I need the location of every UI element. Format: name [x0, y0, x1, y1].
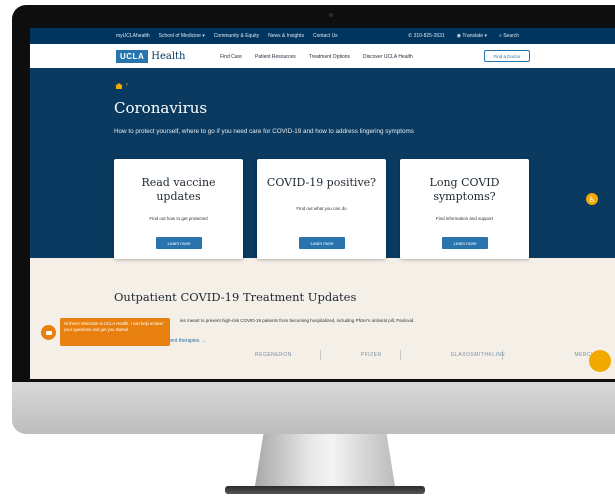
section-title: Outpatient COVID-19 Treatment Updates — [114, 290, 357, 304]
learn-more-button[interactable]: Learn more — [442, 237, 488, 249]
search-label: Search — [503, 33, 520, 39]
outpatient-therapies-link[interactable]: tient therapies → — [168, 338, 206, 344]
nav-patient-resources[interactable]: Patient Resources — [255, 54, 296, 60]
translate-label: Translate ▾ — [462, 33, 487, 39]
util-link-contact-us[interactable]: Contact Us — [313, 33, 338, 39]
ucla-health-logo[interactable]: UCLA Health — [116, 50, 185, 63]
scroll-top-icon[interactable] — [589, 350, 611, 372]
card-covid-positive: COVID-19 positive? Find out what you can… — [257, 159, 386, 259]
partner-logo-strip: REGENERON PFIZER GLAXOSMITHKLINE MERCK — [255, 352, 595, 358]
breadcrumb-chevron-icon: › — [126, 82, 128, 88]
nav-discover-ucla-health[interactable]: Discover UCLA Health — [363, 54, 413, 60]
home-icon[interactable] — [115, 83, 123, 89]
monitor-stand — [255, 434, 395, 486]
phone-number: 310-825-2631 — [413, 33, 445, 39]
util-link-school-of-medicine[interactable]: School of Medicine ▾ — [159, 33, 205, 39]
globe-icon: ◉ — [456, 33, 462, 39]
section-text: ies meant to prevent high-risk COVID-19 … — [180, 318, 415, 323]
translate-button[interactable]: ◉ Translate ▾ — [457, 33, 487, 39]
chat-launcher-icon[interactable] — [41, 325, 56, 340]
utility-bar: myUCLAhealth School of Medicine ▾ Commun… — [30, 28, 615, 44]
partner-logo-gsk: GLAXOSMITHKLINE — [450, 352, 506, 358]
learn-more-button[interactable]: Learn more — [299, 237, 345, 249]
monitor-stand-base — [225, 486, 425, 494]
page-subtitle: How to protect yourself, where to go if … — [114, 128, 414, 135]
chat-welcome-message[interactable]: Hi there! Welcome to UCLA Health. I can … — [60, 318, 170, 346]
partner-logo-regeneron: REGENERON — [255, 352, 292, 358]
logo-box: UCLA — [116, 50, 149, 63]
browser-screen: myUCLAhealth School of Medicine ▾ Commun… — [30, 28, 615, 379]
learn-more-button[interactable]: Learn more — [156, 237, 202, 249]
accessibility-icon[interactable]: ♿ — [586, 193, 598, 205]
main-nav: UCLA Health Find Care Patient Resources … — [30, 44, 615, 68]
card-text: Find information and support — [435, 216, 494, 221]
card-vaccine-updates: Read vaccine updates Find out how to get… — [114, 159, 243, 259]
card-title: Long COVID symptoms? — [429, 176, 500, 203]
util-link-news-insights[interactable]: News & Insights — [268, 33, 304, 39]
card-title: Read vaccine updates — [141, 176, 216, 203]
search-icon: ⌕ — [498, 33, 502, 39]
card-title: COVID-19 positive? — [266, 176, 377, 189]
phone-icon: ✆ — [408, 33, 413, 39]
camera-icon — [329, 13, 333, 17]
util-link-community-equity[interactable]: Community & Equity — [214, 33, 259, 39]
card-text: Find out what you can do — [296, 206, 347, 211]
page-title: Coronavirus — [114, 99, 208, 117]
search-button[interactable]: ⌕ Search — [499, 33, 519, 39]
phone-link[interactable]: ✆ 310-825-2631 — [408, 33, 445, 39]
nav-treatment-options[interactable]: Treatment Options — [309, 54, 350, 60]
find-a-doctor-button[interactable]: Find a Doctor — [484, 50, 530, 62]
card-long-covid: Long COVID symptoms? Find information an… — [400, 159, 529, 259]
chat-bubble-icon — [45, 330, 52, 335]
nav-find-care[interactable]: Find Care — [220, 54, 242, 60]
logo-text: Health — [151, 51, 186, 62]
card-text: Find out how to get protected — [149, 216, 208, 221]
partner-logo-pfizer: PFIZER — [360, 352, 382, 358]
monitor-chin — [12, 382, 615, 434]
util-link-myuclahealth[interactable]: myUCLAhealth — [116, 33, 150, 39]
